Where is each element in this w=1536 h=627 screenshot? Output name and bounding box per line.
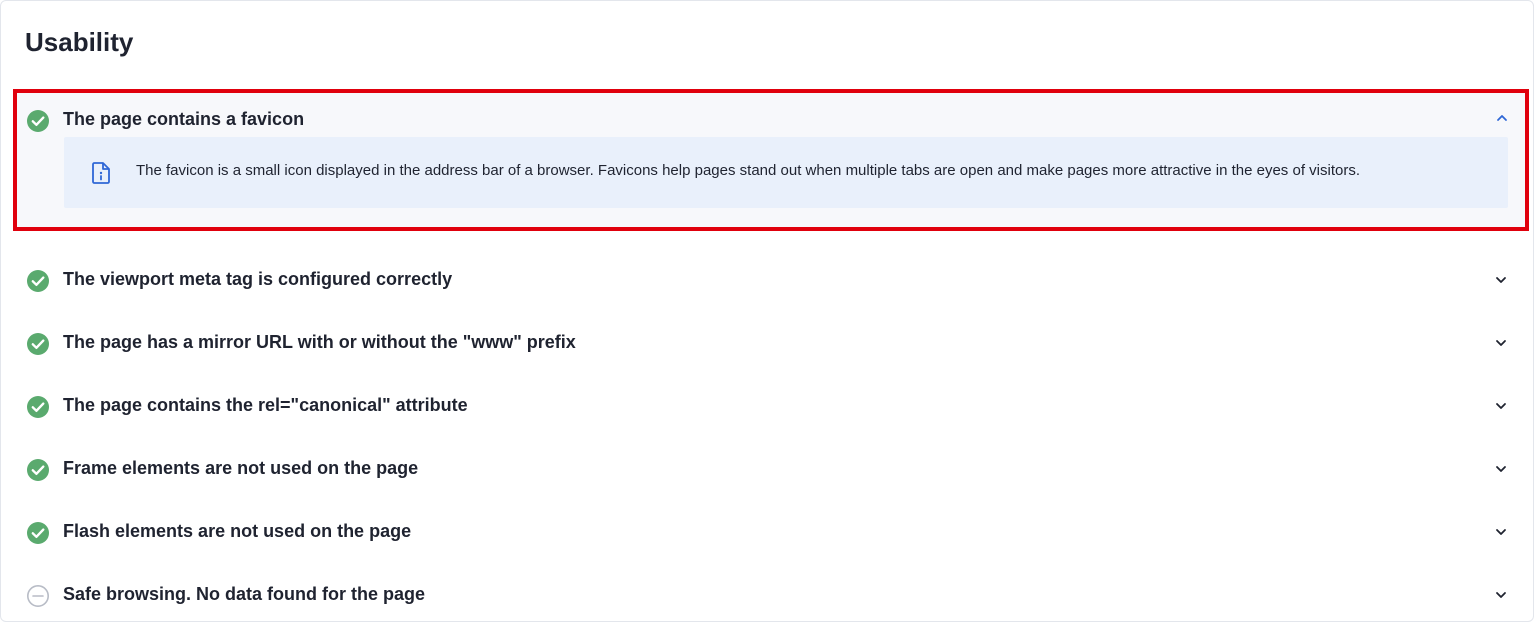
check-item-viewport[interactable]: The viewport meta tag is configured corr… (1, 249, 1535, 312)
check-circle-icon (26, 395, 50, 424)
check-item-safe-browsing[interactable]: Safe browsing. No data found for the pag… (1, 564, 1535, 627)
chevron-down-icon[interactable] (1494, 588, 1508, 607)
file-info-icon (90, 161, 112, 190)
favicon-description-text: The favicon is a small icon displayed in… (136, 162, 1360, 179)
check-item-label: Safe browsing. No data found for the pag… (63, 584, 426, 604)
check-item-canonical[interactable]: The page contains the rel="canonical" at… (1, 375, 1535, 438)
check-item-label: Flash elements are not used on the page (63, 521, 412, 541)
minus-circle-icon (26, 584, 50, 613)
check-item-label: The page contains the rel="canonical" at… (63, 395, 468, 415)
usability-card: Usability The page contains a favicon Th… (0, 0, 1534, 622)
check-circle-icon (26, 521, 50, 550)
expanded-check-item: The page contains a favicon The favicon … (13, 89, 1529, 231)
check-item-label: Frame elements are not used on the page (63, 458, 419, 478)
chevron-up-icon[interactable] (1495, 111, 1509, 130)
chevron-down-icon[interactable] (1494, 399, 1508, 418)
check-item-flash[interactable]: Flash elements are not used on the page (1, 501, 1535, 564)
check-item-label: The viewport meta tag is configured corr… (63, 269, 453, 289)
chevron-down-icon[interactable] (1494, 525, 1508, 544)
chevron-down-icon[interactable] (1494, 273, 1508, 292)
section-title: Usability (25, 27, 134, 57)
favicon-item-label: The page contains a favicon (63, 109, 305, 129)
check-circle-icon (26, 109, 50, 138)
chevron-down-icon[interactable] (1494, 336, 1508, 355)
chevron-down-icon[interactable] (1494, 462, 1508, 481)
check-circle-icon (26, 458, 50, 487)
check-circle-icon (26, 332, 50, 361)
check-circle-icon (26, 269, 50, 298)
check-item-frames[interactable]: Frame elements are not used on the page (1, 438, 1535, 501)
check-item-www-mirror[interactable]: The page has a mirror URL with or withou… (1, 312, 1535, 375)
favicon-description-box: The favicon is a small icon displayed in… (64, 137, 1508, 208)
check-item-label: The page has a mirror URL with or withou… (63, 332, 576, 352)
